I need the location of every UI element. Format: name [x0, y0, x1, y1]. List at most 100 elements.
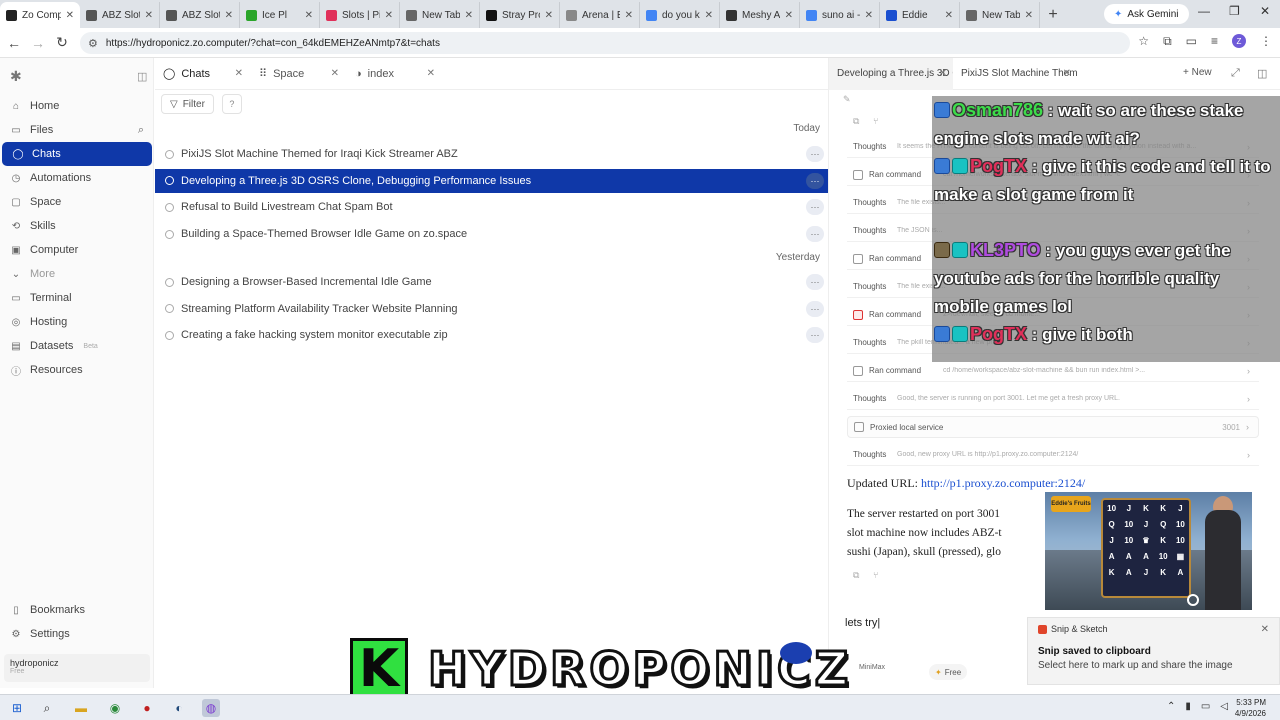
sidebar-item-settings[interactable]: ⚙ Settings	[0, 622, 154, 646]
chat-more-button[interactable]: ···	[806, 146, 824, 162]
browser-tab[interactable]: Stray Pro ✕	[480, 2, 560, 28]
thoughts-step[interactable]: Thoughts Good, the server is running on p…	[847, 388, 1259, 410]
model-selector[interactable]: MiniMax	[859, 664, 885, 671]
chat-more-button[interactable]: ···	[806, 226, 824, 243]
snip-notification[interactable]: Snip & Sketch ✕ Snip saved to clipboard …	[1027, 617, 1280, 685]
sidebar-item-skills[interactable]: ⟲ Skills	[0, 214, 154, 238]
extensions-icon[interactable]: ⧉	[1163, 34, 1172, 49]
sidebar-item-datasets[interactable]: ▤ Datasets Beta	[0, 334, 154, 358]
chat-more-button[interactable]: ···	[806, 327, 824, 344]
close-tab-icon[interactable]: ✕	[385, 10, 393, 21]
panel-toggle-icon[interactable]: ◫	[1257, 67, 1267, 80]
toast-close-icon[interactable]: ✕	[1261, 624, 1269, 635]
close-tab-icon[interactable]: ✕	[465, 10, 473, 21]
reload-icon[interactable]: ↻	[50, 34, 74, 51]
close-tab-icon[interactable]: ✕	[305, 10, 313, 21]
close-tab-icon[interactable]: ✕	[1063, 68, 1071, 79]
search-icon[interactable]: ⌕	[138, 124, 144, 137]
conversation-tab[interactable]: PixiJS Slot Machine Themed ✕	[953, 58, 1077, 90]
browser-tab[interactable]: ABZ Slot ✕	[160, 2, 240, 28]
sidebar-item-automations[interactable]: ◷ Automations	[0, 166, 154, 190]
chat-more-button[interactable]: ···	[806, 300, 824, 317]
chat-list-item[interactable]: Creating a fake hacking system monitor e…	[155, 323, 828, 347]
start-icon[interactable]: ⊞	[8, 699, 26, 717]
filter-button[interactable]: ▽ Filter	[161, 94, 214, 114]
sidebar-item-bookmarks[interactable]: ▯ Bookmarks	[0, 598, 154, 622]
cast-icon[interactable]: ▭	[1186, 34, 1197, 49]
collapse-sidebar-icon[interactable]: ◫	[137, 70, 147, 83]
chat-list-item[interactable]: Developing a Three.js 3D OSRS Clone, Deb…	[155, 168, 828, 193]
chat-list-item[interactable]: Designing a Browser-Based Incremental Id…	[155, 270, 828, 294]
close-tab-icon[interactable]: ✕	[427, 68, 435, 79]
close-window-icon[interactable]: ✕	[1260, 4, 1270, 18]
sidebar-item-space[interactable]: ▢ Space	[0, 190, 154, 214]
browser-tab[interactable]: Zo Comp ✕	[0, 2, 80, 28]
browser-tab[interactable]: New Tab ✕	[400, 2, 480, 28]
tab-space[interactable]: ⠿ Space ✕	[251, 58, 347, 90]
zo-logo-icon[interactable]: ✱	[10, 68, 22, 85]
tab-index[interactable]: ◑ index ✕	[347, 58, 443, 90]
chat-list-item[interactable]: Building a Space-Themed Browser Idle Gam…	[155, 222, 828, 246]
plan-pill[interactable]: ✦ Free	[929, 664, 968, 680]
site-info-icon[interactable]: ⚙	[88, 37, 98, 50]
url-field[interactable]: ⚙ https://hydroponicz.zo.computer/?chat=…	[80, 32, 1130, 54]
close-tab-icon[interactable]: ✕	[945, 10, 953, 21]
chat-more-button[interactable]: ···	[806, 274, 824, 290]
chrome-icon[interactable]: ◉	[106, 699, 124, 717]
steam-icon[interactable]: ◐	[170, 699, 188, 717]
close-tab-icon[interactable]: ✕	[625, 10, 633, 21]
bookmark-star-icon[interactable]: ☆	[1138, 34, 1149, 49]
chat-more-button[interactable]: ···	[806, 172, 824, 189]
forward-icon[interactable]: →	[26, 35, 50, 51]
sidebar-item-files[interactable]: ▭ Files ⌕	[0, 118, 154, 142]
search-icon[interactable]: ⌕	[38, 699, 56, 717]
thoughts-step[interactable]: Thoughts Good, new proxy URL is http://p1…	[847, 444, 1259, 466]
browser-tab[interactable]: ABZ Slot ✕	[80, 2, 160, 28]
close-tab-icon[interactable]: ✕	[785, 10, 793, 21]
command-step[interactable]: Proxied local service 3001 ›	[847, 416, 1259, 438]
sidebar-item-home[interactable]: ⌂ Home	[0, 94, 154, 118]
back-icon[interactable]: ←	[2, 35, 26, 51]
close-tab-icon[interactable]: ✕	[66, 10, 74, 21]
sidebar-item-hosting[interactable]: ◎ Hosting	[0, 310, 154, 334]
close-tab-icon[interactable]: ✕	[145, 10, 153, 21]
copy-response-icon[interactable]: ⧉	[853, 570, 859, 581]
sidebar-item-chats[interactable]: ◯ Chats	[2, 142, 152, 166]
file-explorer-icon[interactable]: ▬	[72, 699, 90, 717]
copy-icon[interactable]: ⧉	[853, 116, 859, 127]
user-account-box[interactable]: hydroponicz Free	[4, 654, 150, 682]
tray-expand-icon[interactable]: ⌃	[1167, 701, 1175, 712]
browser-tab[interactable]: suno ai - ✕	[800, 2, 880, 28]
close-tab-icon[interactable]: ✕	[235, 68, 243, 79]
close-tab-icon[interactable]: ✕	[865, 10, 873, 21]
chat-list-item[interactable]: Refusal to Build Livestream Chat Spam Bo…	[155, 195, 828, 219]
branch-icon[interactable]: ⑂	[873, 116, 878, 126]
sidebar-item-resources[interactable]: ⓘ Resources	[0, 358, 154, 382]
close-tab-icon[interactable]: ✕	[331, 68, 339, 79]
edit-icon[interactable]: ✎	[843, 94, 851, 105]
browser-tab[interactable]: Arena | E ✕	[560, 2, 640, 28]
profile-avatar[interactable]: Z	[1232, 34, 1246, 48]
tab-chats[interactable]: ◯ Chats ✕	[155, 58, 251, 90]
conversation-tab-active[interactable]: Developing a Three.js 3D OSRS Clone✕	[829, 57, 953, 90]
browser-tab[interactable]: New Tab ✕	[960, 2, 1040, 28]
close-tab-icon[interactable]: ✕	[939, 68, 947, 79]
command-step[interactable]: Ran command cd /home/workspace/abz-slot-m…	[847, 360, 1259, 382]
chat-list-item[interactable]: Streaming Platform Availability Tracker …	[155, 297, 828, 321]
browser-tab[interactable]: Meshy A ✕	[720, 2, 800, 28]
help-button[interactable]: ?	[221, 94, 242, 114]
expand-icon[interactable]: ⤢	[1231, 67, 1240, 80]
message-input[interactable]: lets try |	[839, 610, 1029, 636]
browser-tab[interactable]: do you k ✕	[640, 2, 720, 28]
browser-tab[interactable]: Eddie ✕	[880, 2, 960, 28]
sidebar-item-computer[interactable]: ▣ Computer	[0, 238, 154, 262]
menu-kebab-icon[interactable]: ⋮	[1260, 34, 1272, 49]
new-chat-button[interactable]: + New	[1183, 67, 1212, 78]
app-active-icon[interactable]: ◍	[202, 699, 220, 717]
updated-url-link[interactable]: http://p1.proxy.zo.computer:2124/	[921, 476, 1085, 490]
close-tab-icon[interactable]: ✕	[1025, 10, 1033, 21]
obs-icon[interactable]: ●	[138, 699, 156, 717]
sidebar-item-terminal[interactable]: ▭ Terminal	[0, 286, 154, 310]
browser-tab[interactable]: Ice Pl ✕	[240, 2, 320, 28]
ask-gemini-button[interactable]: ✦ Ask Gemini	[1104, 4, 1189, 24]
